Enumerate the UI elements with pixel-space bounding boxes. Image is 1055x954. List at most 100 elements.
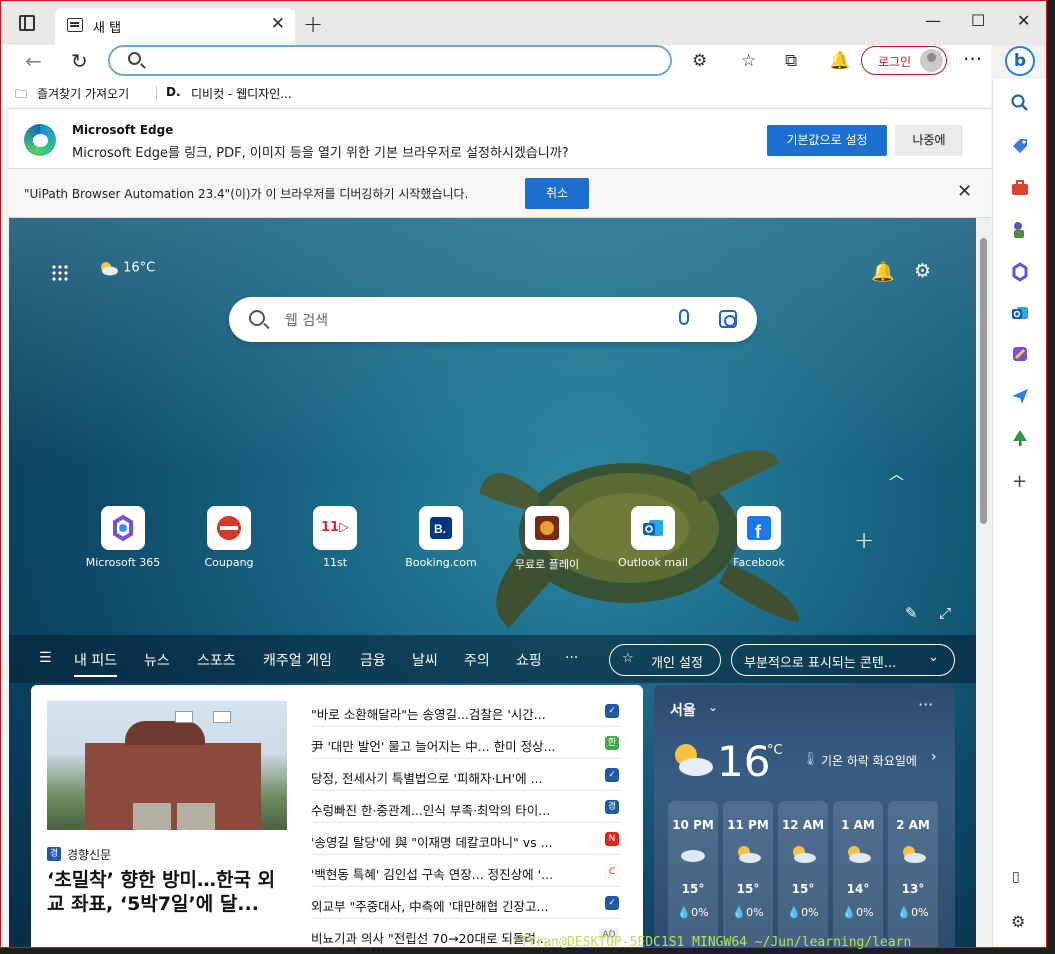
content-visibility-dropdown[interactable]: 부분적으로 표시되는 콘텐... ⌄: [731, 644, 955, 676]
partly-cloudy-icon: [793, 846, 816, 863]
feed-tab-attention[interactable]: 주의: [464, 650, 490, 670]
news-list-item[interactable]: 외교부 "주중대사, 中측에 '대만해협 긴장고... ✓: [311, 887, 621, 919]
outlook-icon[interactable]: [1010, 303, 1030, 323]
hour-precip: 💧0%: [732, 906, 764, 919]
hour-temp: 15°: [791, 882, 815, 896]
tab-new-tab[interactable]: 새 탭 ✕: [55, 8, 295, 45]
news-list-item[interactable]: 수렁빠진 한·중관계...인식 부족·최악의 타이... 경: [311, 791, 621, 823]
set-default-button[interactable]: 기본값으로 설정: [767, 125, 887, 156]
feed-tab-shopping[interactable]: 쇼핑: [516, 650, 542, 670]
edit-background-icon[interactable]: ✎: [905, 604, 918, 622]
favorites-icon[interactable]: ☆: [741, 51, 756, 71]
quick-link-facebook[interactable]: f Facebook: [709, 506, 809, 569]
quick-link-coupang[interactable]: Coupang: [179, 506, 279, 569]
microsoft365-icon[interactable]: [1010, 262, 1030, 282]
city-chevron-down-icon[interactable]: ⌄: [708, 700, 718, 714]
login-button[interactable]: 로그인: [861, 46, 947, 75]
new-tab-button[interactable]: +: [303, 10, 323, 38]
import-favorites-link[interactable]: 즐겨찾기 가져오기: [37, 85, 129, 102]
tab-actions-icon[interactable]: [19, 15, 35, 31]
later-button[interactable]: 나중에: [895, 125, 963, 156]
hour-precip-value: 0%: [801, 906, 819, 919]
source-logo-icon: 경: [47, 847, 61, 861]
weather-more-button[interactable]: ···: [918, 695, 933, 714]
news-list-item[interactable]: "바로 소환해달라"는 송영길...검찰은 '시간... ✓: [311, 695, 621, 727]
quick-link-free-games[interactable]: 무료로 플레이: [497, 506, 597, 572]
games-chess-icon[interactable]: [1010, 220, 1030, 240]
news-photo[interactable]: [47, 701, 287, 830]
send-paper-plane-icon[interactable]: [1010, 386, 1030, 406]
hour-time: 10 PM: [672, 818, 714, 832]
bing-chat-button[interactable]: b: [1005, 46, 1035, 76]
feed-tab-news[interactable]: 뉴스: [144, 650, 170, 670]
tree-icon[interactable]: [1010, 428, 1030, 448]
tab-strip: 새 탭 ✕ + — ☐ ✕: [1, 1, 1046, 45]
favorite-dbcut[interactable]: 디비컷 - 웹디자인...: [191, 85, 292, 102]
news-source-badge: ✓: [605, 704, 619, 718]
news-source: 경향신문: [67, 848, 112, 862]
personalize-button[interactable]: ☆ 개인 설정: [609, 644, 721, 676]
hourly-forecast[interactable]: 11 PM 15° 💧0%: [723, 801, 773, 947]
address-bar[interactable]: [108, 45, 672, 76]
feed-tab-weather[interactable]: 날씨: [412, 650, 438, 670]
shopping-tag-icon[interactable]: [1010, 136, 1030, 156]
news-list-item[interactable]: 당정, 전세사기 특별법으로 '피해자·LH'에 ... ✓: [311, 759, 621, 791]
weather-city[interactable]: 서울: [670, 700, 696, 720]
feed-tab-finance[interactable]: 금융: [360, 650, 386, 670]
minimize-button[interactable]: —: [925, 11, 941, 30]
alert-chevron-right-icon[interactable]: ›: [931, 749, 937, 765]
sidebar-settings-gear-icon[interactable]: ⚙: [1011, 912, 1031, 932]
close-window-button[interactable]: ✕: [1017, 11, 1030, 30]
quick-link-outlook[interactable]: Outlook mail: [603, 506, 703, 569]
hourly-forecast[interactable]: 2 AM 13° 💧0%: [888, 801, 938, 947]
news-list-item[interactable]: '백현동 특혜' 김인섭 구속 연장... 정진상에 '... C: [311, 855, 621, 887]
tools-briefcase-icon[interactable]: [1010, 178, 1030, 198]
tab-close-icon[interactable]: ✕: [271, 14, 285, 34]
hour-time: 1 AM: [841, 818, 875, 832]
back-button[interactable]: ←: [25, 49, 42, 73]
quick-link-booking[interactable]: B. Booking.com: [391, 506, 491, 569]
add-quick-link-button[interactable]: +: [854, 526, 874, 554]
hourly-forecast[interactable]: 1 AM 14° 💧0%: [833, 801, 883, 947]
maximize-button[interactable]: ☐: [971, 11, 985, 30]
voice-search-icon[interactable]: [679, 309, 689, 325]
feed-more-button[interactable]: ···: [565, 650, 578, 666]
add-sidebar-app-icon[interactable]: +: [1012, 471, 1032, 492]
collapse-chevron-icon[interactable]: ︿: [889, 463, 904, 484]
feed-menu-icon[interactable]: ☰: [39, 650, 52, 666]
news-item-text: '송영길 탈당'에 與 "이재명 데칼코마니" vs ...: [311, 835, 553, 850]
settings-more-button[interactable]: ···: [963, 47, 982, 71]
feed-tab-sports[interactable]: 스포츠: [197, 650, 236, 670]
avatar: [920, 49, 943, 72]
expand-icon[interactable]: ⤢: [939, 604, 951, 622]
news-list-item[interactable]: '송영길 탈당'에 與 "이재명 데칼코마니" vs ... N: [311, 823, 621, 855]
designer-icon[interactable]: [1010, 344, 1030, 364]
hourly-forecast[interactable]: 10 PM 15° 💧0%: [668, 801, 718, 947]
visual-search-icon[interactable]: [719, 310, 737, 328]
news-list-item[interactable]: 尹 '대만 발언' 물고 늘어지는 中... 한미 정상... 한: [311, 727, 621, 759]
feed-tab-casual-games[interactable]: 캐주얼 게임: [263, 650, 332, 670]
weather-widget-small[interactable]: 16°C: [97, 260, 155, 276]
close-infobar-icon[interactable]: ✕: [957, 181, 972, 202]
page-scrollbar[interactable]: [976, 218, 991, 947]
page-settings-gear-icon[interactable]: ⚙: [914, 260, 931, 282]
notifications-bell-icon[interactable]: 🔔: [871, 260, 895, 283]
weather-alert[interactable]: 기온 하락 화요일에: [821, 752, 917, 769]
sidebar-search-icon[interactable]: [1010, 93, 1030, 113]
hour-precip-value: 0%: [856, 906, 874, 919]
collections-icon[interactable]: ⧉: [785, 51, 797, 71]
apps-launcher-icon[interactable]: [51, 264, 69, 282]
feed-tab-my-feed[interactable]: 내 피드: [74, 650, 118, 677]
notifications-icon[interactable]: 🔔: [829, 51, 850, 71]
cancel-debug-button[interactable]: 취소: [525, 178, 589, 209]
hide-sidebar-icon[interactable]: ▯: [1012, 869, 1032, 889]
refresh-button[interactable]: ↻: [71, 49, 88, 73]
news-headline[interactable]: ‘초밀착’ 향한 방미…한국 외교 좌표, ‘5박7일’에 달...: [47, 868, 287, 916]
hourly-forecast[interactable]: 12 AM 15° 💧0%: [778, 801, 828, 947]
tile-label: Booking.com: [405, 556, 477, 569]
scrollbar-thumb[interactable]: [980, 238, 987, 524]
quick-link-microsoft365[interactable]: Microsoft 365: [73, 506, 173, 569]
quick-link-11st[interactable]: 11▷ 11st: [285, 506, 385, 569]
extensions-icon[interactable]: ⚙: [692, 51, 707, 71]
web-search-box[interactable]: 웹 검색: [229, 297, 757, 342]
